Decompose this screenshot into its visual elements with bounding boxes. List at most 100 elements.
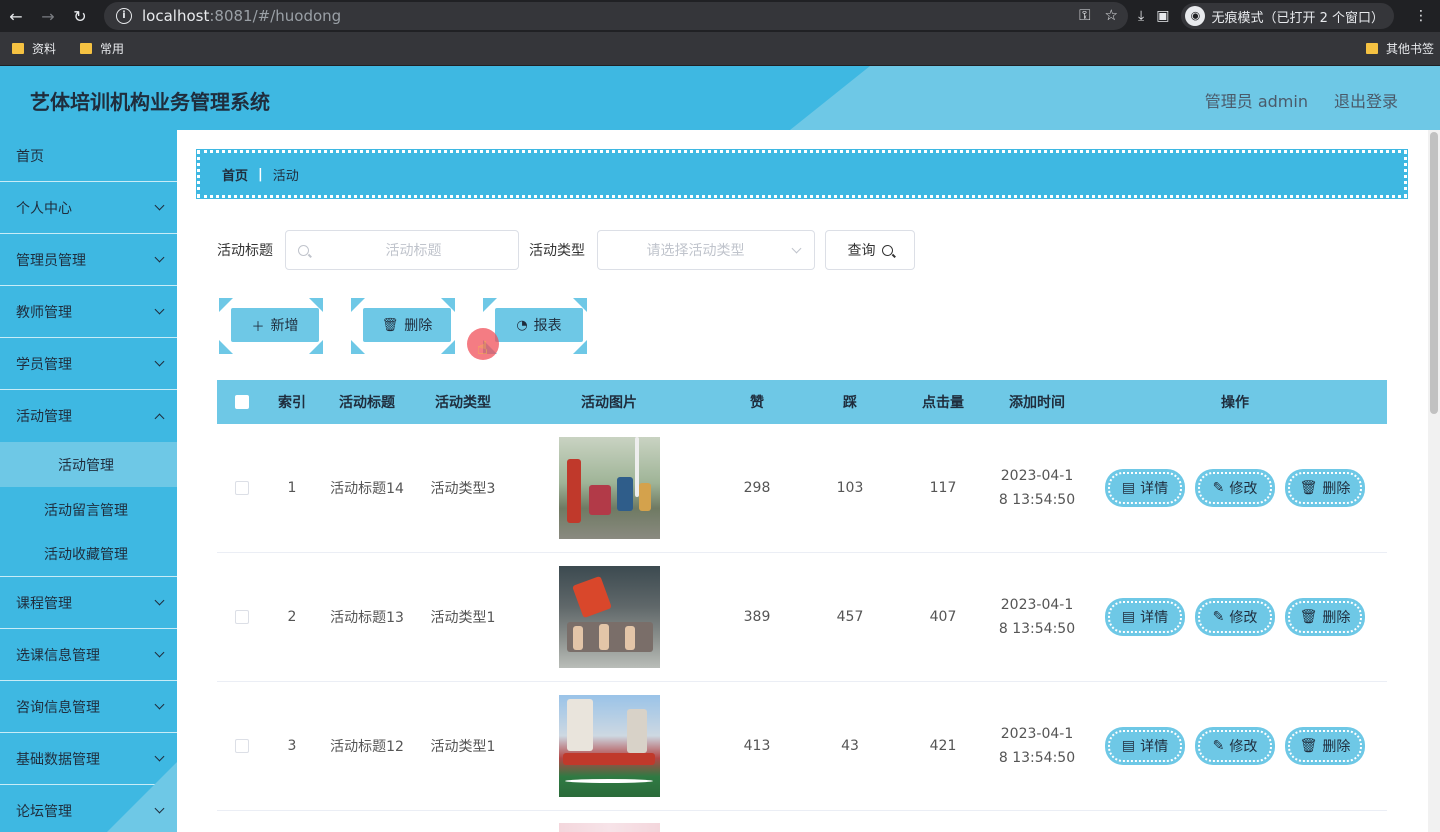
delete-button[interactable]: 🗑 删除: [1285, 727, 1365, 765]
address-bar[interactable]: i localhost:8081/#/huodong ⚿ ☆: [104, 2, 1128, 30]
sidebar-item-students[interactable]: 学员管理: [0, 338, 177, 390]
delete-button-label: 删除: [1322, 481, 1351, 497]
bookmark-folder[interactable]: 资料: [12, 40, 56, 57]
row-dislikes: 43: [841, 738, 859, 754]
site-info-icon[interactable]: i: [116, 8, 132, 24]
delete-button[interactable]: 🗑 删除: [1285, 598, 1365, 636]
sidebar-item-courses[interactable]: 课程管理: [0, 577, 177, 629]
column-header: 操作: [1221, 395, 1249, 411]
table-header: 索引 活动标题 活动类型 活动图片 赞 踩 点击量 添加时间 操作: [217, 380, 1387, 424]
download-icon[interactable]: ⤓: [1138, 8, 1144, 24]
select-all-checkbox[interactable]: [235, 395, 249, 409]
pencil-icon: ✎: [1212, 609, 1225, 625]
reload-icon[interactable]: ↻: [64, 0, 96, 32]
bookmark-folder[interactable]: 常用: [80, 40, 124, 57]
add-button[interactable]: ＋ 新增: [217, 298, 323, 354]
detail-button[interactable]: ▤ 详情: [1105, 727, 1185, 765]
back-icon[interactable]: ←: [0, 0, 32, 32]
sidebar-item-activities[interactable]: 活动管理: [0, 390, 177, 442]
row-time-line1: 2023-04-1: [1000, 597, 1074, 613]
sidebar-item-label: 学员管理: [16, 356, 72, 373]
app-title: 艺体培训机构业务管理系统: [30, 90, 270, 114]
sidebar-item-enrollment[interactable]: 选课信息管理: [0, 629, 177, 681]
chevron-down-icon: [154, 751, 165, 762]
page-scrollbar[interactable]: [1428, 130, 1440, 832]
breadcrumb-current: 活动: [272, 168, 299, 184]
trash-icon: 🗑: [1299, 609, 1318, 625]
detail-button[interactable]: ▤ 详情: [1105, 469, 1185, 507]
row-likes: 298: [743, 480, 771, 496]
incognito-badge[interactable]: ◉ 无痕模式（已打开 2 个窗口）: [1181, 3, 1394, 29]
sidebar-item-personal[interactable]: 个人中心: [0, 182, 177, 234]
title-search-input[interactable]: 活动标题: [285, 230, 519, 270]
plus-icon: ＋: [251, 319, 265, 335]
activity-image[interactable]: [558, 566, 660, 668]
user-label: 管理员 admin: [1204, 92, 1308, 111]
table-row: 2 活动标题13 活动类型1 389 457 407 2023-04-1 8 13…: [217, 553, 1387, 682]
sidebar-item-forum[interactable]: 论坛管理: [0, 785, 177, 832]
batch-delete-button[interactable]: 🗑 删除: [349, 298, 455, 354]
other-bookmarks[interactable]: 其他书签: [1365, 40, 1434, 57]
row-type: 活动类型1: [430, 610, 496, 626]
row-type: 活动类型1: [430, 739, 496, 755]
edit-button-label: 修改: [1229, 739, 1258, 755]
row-checkbox[interactable]: [235, 739, 249, 753]
star-icon[interactable]: ☆: [1105, 6, 1118, 24]
incognito-label: 无痕模式（已打开 2 个窗口）: [1211, 10, 1384, 26]
delete-button[interactable]: 🗑 删除: [1285, 469, 1365, 507]
row-likes: 389: [743, 609, 771, 625]
logout-link[interactable]: 退出登录: [1334, 88, 1398, 112]
sidepanel-icon[interactable]: ▣: [1156, 8, 1169, 24]
row-hits: 407: [929, 609, 957, 625]
report-button-label: 报表: [533, 318, 562, 334]
row-time-line2: 8 13:54:50: [998, 621, 1076, 637]
chevron-down-icon: [154, 699, 165, 710]
chevron-down-icon: [154, 200, 165, 211]
detail-button-label: 详情: [1140, 739, 1169, 755]
row-dislikes: 457: [836, 609, 864, 625]
add-button-label: 新增: [270, 318, 299, 334]
row-hits: 117: [929, 480, 957, 496]
sidebar-item-label: 课程管理: [16, 595, 72, 612]
sidebar-subitem-label: 活动管理: [58, 457, 114, 474]
sidebar-subitem-activity-favorites[interactable]: 活动收藏管理: [0, 532, 177, 577]
sidebar-item-teachers[interactable]: 教师管理: [0, 286, 177, 338]
pie-chart-icon: ◔: [516, 317, 528, 333]
edit-button[interactable]: ✎ 修改: [1195, 727, 1275, 765]
row-index: 1: [287, 480, 297, 496]
delete-button-label: 删除: [404, 318, 433, 334]
main-content: 首页 | 活动 活动标题 活动标题 活动类型 请选择活动类型 查询 ＋新增 🗑 删…: [177, 130, 1428, 832]
edit-button[interactable]: ✎ 修改: [1195, 469, 1275, 507]
row-checkbox[interactable]: [235, 481, 249, 495]
edit-button[interactable]: ✎ 修改: [1195, 598, 1275, 636]
sidebar-item-consult[interactable]: 咨询信息管理: [0, 681, 177, 733]
column-header: 赞: [750, 395, 764, 411]
activity-image[interactable]: [558, 695, 660, 797]
row-checkbox[interactable]: [235, 610, 249, 624]
bookmarks-bar: 资料 常用 其他书签: [0, 32, 1440, 66]
sidebar-item-basedata[interactable]: 基础数据管理: [0, 733, 177, 785]
column-header: 活动图片: [581, 395, 637, 411]
title-filter-label: 活动标题: [217, 243, 273, 259]
bookmark-label: 常用: [100, 42, 125, 56]
activity-image[interactable]: [558, 437, 660, 539]
chevron-up-icon: [154, 413, 165, 423]
delete-button-label: 删除: [1322, 610, 1351, 626]
sidebar-item-admins[interactable]: 管理员管理: [0, 234, 177, 286]
chevron-down-icon: [154, 252, 165, 263]
menu-icon[interactable]: ⋮: [1414, 8, 1428, 24]
forward-icon[interactable]: →: [32, 0, 64, 32]
sidebar-item-home[interactable]: 首页: [0, 130, 177, 182]
sidebar-subitem-activity[interactable]: 活动管理: [0, 442, 177, 487]
query-button[interactable]: 查询: [825, 230, 915, 270]
key-icon[interactable]: ⚿: [1079, 6, 1090, 24]
document-icon: ▤: [1121, 738, 1136, 754]
edit-button-label: 修改: [1229, 481, 1258, 497]
activity-image[interactable]: [558, 823, 660, 832]
breadcrumb-home[interactable]: 首页: [222, 165, 248, 184]
sidebar-subitem-activity-comments[interactable]: 活动留言管理: [0, 487, 177, 532]
sidebar-item-label: 个人中心: [16, 200, 72, 217]
scrollbar-thumb[interactable]: [1430, 132, 1438, 414]
detail-button[interactable]: ▤ 详情: [1105, 598, 1185, 636]
type-select[interactable]: 请选择活动类型: [597, 230, 815, 270]
